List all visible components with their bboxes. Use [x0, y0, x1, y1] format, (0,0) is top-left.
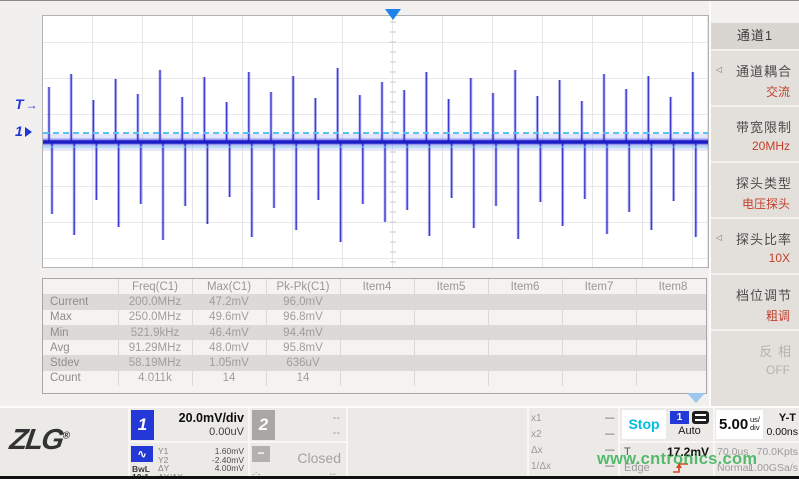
menu-item-value: 粗调 [766, 307, 790, 324]
menu-item-label: 反 相 [759, 341, 792, 360]
submenu-arrow-icon: ◁ [716, 65, 722, 74]
column-header: Item6 [488, 279, 562, 294]
column-header: Freq(C1) [118, 279, 192, 294]
readout-row: x1---- [531, 411, 616, 427]
y-cursor-readout: Y11.60mVY2-2.40mVΔY4.00mVΔY/ΔX---- [158, 446, 244, 479]
timebase-scale-box[interactable]: 5.00 us/div [716, 410, 763, 439]
minus-icon: − [252, 446, 270, 462]
memory-depth: 70.0Kpts [757, 446, 798, 458]
table-row: Current200.0MHz47.2mV96.0mV [43, 294, 707, 309]
table-row: Count4.011k1414 [43, 371, 707, 386]
table-row: Max250.0MHz49.6mV96.8mV [43, 310, 707, 325]
waveform-plot[interactable] [42, 15, 709, 268]
table-row: Stdev58.19MHz1.05mV636uV [43, 355, 707, 370]
trigger-source-badge[interactable]: 1 [670, 411, 689, 424]
timebase-unit: us/div [750, 416, 760, 432]
column-header: Item5 [414, 279, 488, 294]
menu-item-6[interactable]: 反 相 OFF [711, 331, 799, 406]
run-state-indicator[interactable]: Stop [622, 410, 666, 439]
column-header: Item8 [636, 279, 707, 294]
column-header [43, 279, 118, 294]
probe-ratio-flag: 10:1 [132, 472, 149, 479]
menu-item-3[interactable]: 探头类型电压探头 [711, 163, 799, 217]
column-header: Pk-Pk(C1) [266, 279, 340, 294]
trigger-delay: 0.00ns [766, 426, 798, 438]
menu-item-value: OFF [766, 363, 790, 377]
measurement-panel: Freq(C1)Max(C1)Pk-Pk(C1)Item4Item5Item6I… [42, 278, 707, 394]
readout-row: x2---- [531, 427, 616, 443]
menu-item-value: 20MHz [752, 139, 790, 153]
channel2-badge[interactable]: 2 [252, 410, 275, 440]
menu-item-label: 探头比率 [736, 229, 792, 248]
channel1-zero-marker[interactable]: 1 [15, 123, 32, 139]
trigger-position-marker[interactable] [385, 9, 401, 20]
menu-item-label: 通道耦合 [736, 61, 792, 80]
menu-item-4[interactable]: ◁ 探头比率 10X [711, 219, 799, 273]
menu-header: 通道1 [711, 23, 799, 49]
table-row: Min521.9kHz46.4mV94.4mV [43, 325, 707, 340]
readout-row: ΔY4.00mV [158, 463, 244, 472]
run-state-label: Stop [628, 416, 659, 432]
channel2-block[interactable]: 2 -- -- [252, 410, 344, 441]
menu-item-value: 交流 [766, 83, 790, 100]
channel1-cursor-block: ∿ BwL 10:1 Y11.60mVY2-2.40mVΔY4.00mVΔY/Δ… [131, 445, 246, 479]
readout-row: Y2-2.40mV [158, 455, 244, 464]
channel1-scale: 20.0mV/div [179, 411, 244, 425]
channel1-marker-label: 1 [15, 123, 23, 139]
trigger-level-marker[interactable]: T→ [15, 96, 38, 112]
submenu-arrow-icon: ◁ [716, 233, 722, 242]
menu-item-label: 探头类型 [736, 173, 792, 192]
column-header: Item7 [562, 279, 636, 294]
channel1-trace [43, 16, 708, 267]
channel2-status: Closed [297, 450, 341, 466]
menu-items: ◁ 通道耦合交流带宽限制 20MHz 探头类型电压探头 ◁ 探头比率 10X 档位调节粗调反 … [711, 51, 799, 406]
channel1-block[interactable]: 1 20.0mV/div 0.00uV [131, 410, 246, 441]
waveform-icon: ∿ [131, 446, 153, 462]
measurement-table: Freq(C1)Max(C1)Pk-Pk(C1)Item4Item5Item6I… [43, 279, 707, 386]
menu-item-1[interactable]: ◁ 通道耦合交流 [711, 51, 799, 105]
watermark: www.cntronics.com [597, 450, 757, 469]
menu-item-value: 10X [769, 251, 790, 265]
channel2-foot-right: -- [329, 469, 336, 479]
table-scroll-down-icon[interactable] [687, 393, 705, 403]
trigger-arrow-icon: → [26, 98, 38, 112]
oscilloscope-screen: T→ 1 Freq(C1)Max(C1)Pk-Pk(C1)Item4Item5I… [0, 0, 799, 479]
column-header: Item4 [340, 279, 414, 294]
readout-row: ΔY/ΔX---- [158, 472, 244, 479]
readout-row: Y11.60mV [158, 446, 244, 455]
trigger-mode[interactable]: Auto [670, 425, 709, 437]
menu-item-5[interactable]: 档位调节粗调 [711, 275, 799, 329]
timebase-scale: 5.00 [719, 416, 748, 433]
channel-menu: 通道1 ◁ 通道耦合交流带宽限制 20MHz 探头类型电压探头 ◁ 探头比率 10X 档位调节… [709, 1, 799, 406]
zlg-logo: ZLG® [8, 424, 72, 457]
battery-icon [692, 411, 709, 424]
menu-item-value: 电压探头 [742, 195, 790, 212]
channel1-badge[interactable]: 1 [131, 410, 154, 440]
channel2-offset: -- [333, 427, 340, 439]
table-row: Avg91.29MHz48.0mV95.8mV [43, 340, 707, 355]
channel2-status-block: − Closed -:- -- [252, 445, 344, 479]
display-mode: Y-T [779, 412, 796, 424]
channel2-scale: -- [333, 412, 340, 424]
trigger-level-label: T [15, 96, 24, 112]
menu-item-label: 带宽限制 [736, 117, 792, 136]
menu-item-2[interactable]: 带宽限制 20MHz [711, 107, 799, 161]
column-header: Max(C1) [192, 279, 266, 294]
channel1-marker-icon [25, 127, 32, 137]
channel1-offset: 0.00uV [209, 426, 244, 438]
channel2-foot-left: -:- [252, 469, 261, 479]
menu-item-label: 档位调节 [736, 285, 792, 304]
